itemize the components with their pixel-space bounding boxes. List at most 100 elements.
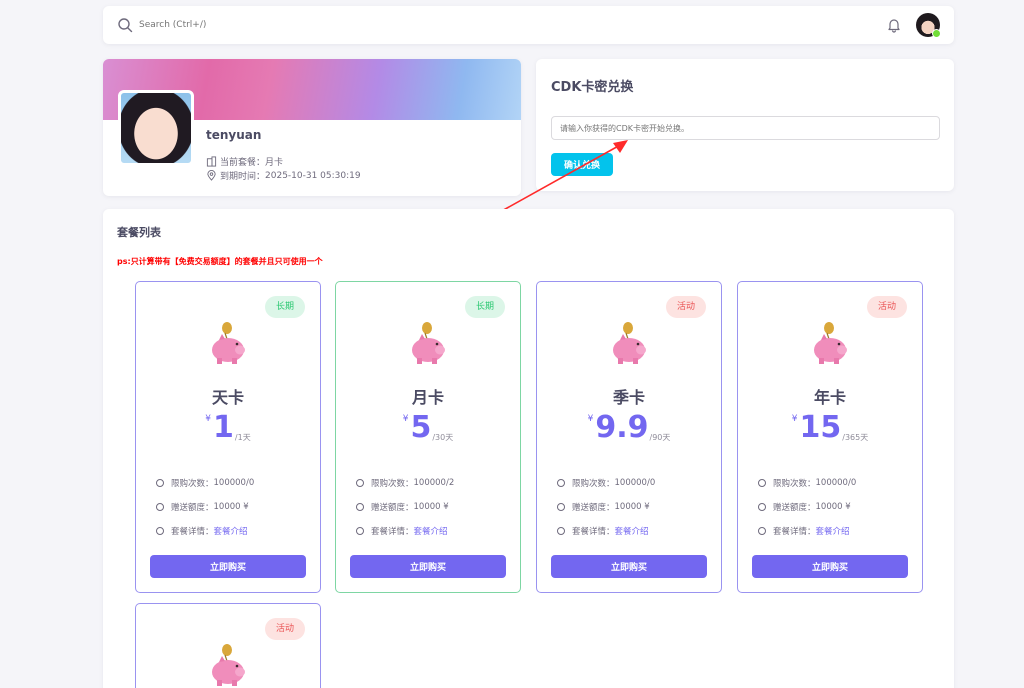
building-icon <box>206 156 217 167</box>
plan-detail-link[interactable]: 套餐介绍 <box>816 525 850 537</box>
expiry-value: 2025-10-31 05:30:19 <box>265 170 361 181</box>
expiry-line: 到期时间： 2025-10-31 05:30:19 <box>206 169 361 182</box>
plan-price: ¥ 9.9 /90天 <box>537 410 721 446</box>
plan-name: 天卡 <box>211 388 244 407</box>
plan-feature-bonus: 赠送额度： 10000 ¥ <box>557 501 650 513</box>
piggy-bank-icon <box>212 644 245 686</box>
plan-detail-link[interactable]: 套餐介绍 <box>214 525 248 537</box>
plan-feature-detail: 套餐详情： 套餐介绍 <box>156 525 248 537</box>
feature-label: 套餐详情： <box>773 527 816 537</box>
feature-label: 限购次数： <box>572 479 615 489</box>
feature-value: 100000/0 <box>815 478 857 488</box>
plan-feature-limit: 限购次数： 100000/2 <box>356 477 454 489</box>
feature-value: 100000/0 <box>213 478 255 488</box>
circle-bullet-icon <box>356 479 364 487</box>
cdk-code-input[interactable] <box>551 116 940 140</box>
circle-bullet-icon <box>356 503 364 511</box>
search-icon[interactable] <box>117 17 133 33</box>
circle-bullet-icon <box>156 503 164 511</box>
plan-card-quarter: 活动 季卡 ¥ 9.9 /90天 限购次数： 100000/0 赠送额度： 1000… <box>536 281 722 593</box>
expiry-label: 到期时间： <box>220 172 266 182</box>
plan-feature-limit: 限购次数： 100000/0 <box>557 477 655 489</box>
user-avatar[interactable] <box>916 13 941 38</box>
currency-symbol: ¥ <box>205 414 212 424</box>
piggy-bank-icon <box>814 322 847 364</box>
plan-detail-link[interactable]: 套餐介绍 <box>414 525 448 537</box>
buy-now-button[interactable]: 立即购买 <box>551 555 707 578</box>
piggy-bank-icon <box>412 322 445 364</box>
price-period: /90天 <box>649 433 671 442</box>
price-amount: 9.9 <box>595 410 649 445</box>
circle-bullet-icon <box>758 503 766 511</box>
circle-bullet-icon <box>356 527 364 535</box>
piggy-bank-icon <box>613 322 646 364</box>
feature-value: 10000 ¥ <box>413 502 449 512</box>
feature-label: 赠送额度： <box>572 503 615 513</box>
current-plan-label: 当前套餐： <box>220 158 266 168</box>
feature-label: 赠送额度： <box>773 503 816 513</box>
plan-badge: 长期 <box>264 296 305 318</box>
current-plan-line: 当前套餐： 月卡 <box>206 155 283 168</box>
feature-label: 套餐详情： <box>572 527 615 537</box>
top-navbar <box>103 6 954 44</box>
feature-value: 10000 ¥ <box>213 502 249 512</box>
plan-feature-detail: 套餐详情： 套餐介绍 <box>557 525 649 537</box>
buy-now-button[interactable]: 立即购买 <box>150 555 306 578</box>
feature-value: 100000/0 <box>614 478 656 488</box>
cdk-redeem-card: CDK卡密兑换 确认兑换 <box>536 59 954 191</box>
circle-bullet-icon <box>557 527 565 535</box>
feature-label: 套餐详情： <box>171 527 214 537</box>
buy-now-button[interactable]: 立即购买 <box>350 555 506 578</box>
search-input[interactable] <box>139 20 439 30</box>
circle-bullet-icon <box>557 503 565 511</box>
profile-avatar <box>118 90 194 166</box>
feature-value: 10000 ¥ <box>815 502 851 512</box>
plan-feature-limit: 限购次数： 100000/0 <box>758 477 856 489</box>
plan-feature-bonus: 赠送额度： 10000 ¥ <box>758 501 851 513</box>
feature-label: 赠送额度： <box>171 503 214 513</box>
plan-feature-limit: 限购次数： 100000/0 <box>156 477 254 489</box>
location-pin-icon <box>207 170 216 181</box>
buy-now-button[interactable]: 立即购买 <box>752 555 908 578</box>
circle-bullet-icon <box>557 479 565 487</box>
feature-label: 套餐详情： <box>371 527 414 537</box>
plans-title: 套餐列表 <box>117 226 161 239</box>
plan-price: ¥ 15 /365天 <box>738 410 922 446</box>
plan-card-month: 长期 月卡 ¥ 5 /30天 限购次数： 100000/2 赠送额度： 10000 … <box>335 281 521 593</box>
bell-icon[interactable] <box>886 17 902 33</box>
circle-bullet-icon <box>156 479 164 487</box>
plan-name: 月卡 <box>411 388 444 407</box>
price-amount: 1 <box>213 410 234 445</box>
plan-name: 季卡 <box>612 388 645 407</box>
plan-card-extra: 活动 <box>135 603 321 688</box>
cdk-title: CDK卡密兑换 <box>551 80 634 95</box>
plan-badge: 活动 <box>264 618 305 640</box>
plan-card-day: 长期 天卡 ¥ 1 /1天 限购次数： 100000/0 赠送额度： 10000 ¥… <box>135 281 321 593</box>
price-period: /30天 <box>432 433 454 442</box>
plan-feature-bonus: 赠送额度： 10000 ¥ <box>156 501 249 513</box>
feature-value: 10000 ¥ <box>614 502 650 512</box>
plan-card-year: 活动 年卡 ¥ 15 /365天 限购次数： 100000/0 赠送额度： 1000… <box>737 281 923 593</box>
feature-label: 限购次数： <box>171 479 214 489</box>
price-amount: 15 <box>799 410 842 445</box>
currency-symbol: ¥ <box>402 414 409 424</box>
circle-bullet-icon <box>758 479 766 487</box>
current-plan-value: 月卡 <box>265 158 284 168</box>
circle-bullet-icon <box>758 527 766 535</box>
plan-name: 年卡 <box>813 388 846 407</box>
feature-value: 100000/2 <box>413 478 455 488</box>
plan-badge: 活动 <box>866 296 907 318</box>
price-period: /365天 <box>842 433 869 442</box>
feature-label: 赠送额度： <box>371 503 414 513</box>
plan-feature-detail: 套餐详情： 套餐介绍 <box>356 525 448 537</box>
piggy-bank-icon <box>212 322 245 364</box>
plans-note: ps:只计算带有【免费交易额度】的套餐并且只可使用一个 <box>117 257 323 266</box>
profile-username: tenyuan <box>206 128 262 142</box>
plan-badge: 活动 <box>665 296 706 318</box>
feature-label: 限购次数： <box>773 479 816 489</box>
plan-feature-detail: 套餐详情： 套餐介绍 <box>758 525 850 537</box>
confirm-redeem-button[interactable]: 确认兑换 <box>551 153 613 176</box>
price-amount: 5 <box>410 410 432 445</box>
feature-label: 限购次数： <box>371 479 414 489</box>
plan-detail-link[interactable]: 套餐介绍 <box>615 525 649 537</box>
